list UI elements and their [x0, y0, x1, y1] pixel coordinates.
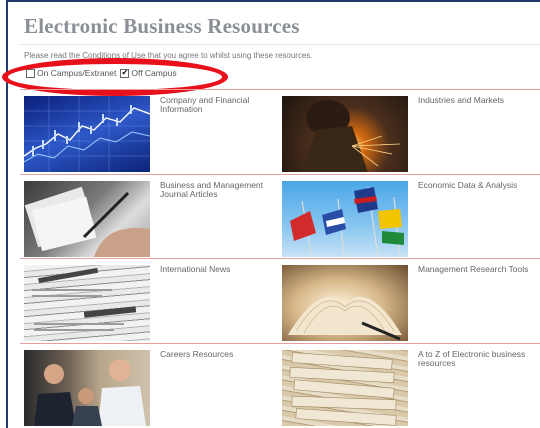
stock-chart-graphic — [24, 96, 150, 172]
newspapers-graphic — [32, 267, 137, 331]
stock-chart-image — [24, 96, 150, 172]
book-graphic — [288, 296, 402, 341]
open-book-image — [282, 265, 408, 341]
resource-label: Company and Financial Information — [160, 95, 250, 114]
frame-top-border — [6, 0, 540, 2]
writing-graphic — [24, 186, 150, 257]
file-folders-image — [282, 350, 408, 426]
title-divider — [20, 44, 540, 45]
resource-label: International News — [160, 264, 231, 274]
welder-image — [282, 96, 408, 172]
resource-industries-markets[interactable]: Industries and Markets — [282, 96, 540, 178]
welder-graphic — [302, 100, 401, 172]
business-people-image — [24, 350, 150, 426]
resource-a-to-z[interactable]: A to Z of Electronic business resources — [282, 350, 540, 428]
people-graphic — [34, 359, 146, 426]
resource-careers[interactable]: Careers Resources — [24, 350, 282, 428]
resource-label: Economic Data & Analysis — [418, 180, 518, 190]
annotation-red-ellipse — [2, 58, 228, 96]
writing-pen-image — [24, 181, 150, 257]
resource-international-news[interactable]: International News — [24, 265, 282, 347]
files-graphic — [289, 352, 397, 426]
flags-graphic — [290, 186, 404, 257]
row-divider — [20, 89, 540, 90]
resource-management-research[interactable]: Management Research Tools — [282, 265, 540, 347]
resource-label: Careers Resources — [160, 349, 234, 359]
resource-label: Management Research Tools — [418, 264, 529, 274]
conditions-suffix: that you agree to whilst using these res… — [145, 51, 313, 60]
flags-image — [282, 181, 408, 257]
frame-left-border — [6, 0, 8, 428]
resource-economic-data[interactable]: Economic Data & Analysis — [282, 181, 540, 263]
conditions-notice: Please read the Conditions of Use that y… — [24, 51, 313, 60]
newspapers-image — [24, 265, 150, 341]
resource-journal-articles[interactable]: Business and Management Journal Articles — [24, 181, 282, 263]
resource-label: Business and Management Journal Articles — [160, 180, 264, 199]
resource-company-financial[interactable]: Company and Financial Information — [24, 96, 282, 178]
resource-label: Industries and Markets — [418, 95, 504, 105]
resource-label: A to Z of Electronic business resources — [418, 349, 526, 368]
page-title: Electronic Business Resources — [24, 14, 300, 38]
